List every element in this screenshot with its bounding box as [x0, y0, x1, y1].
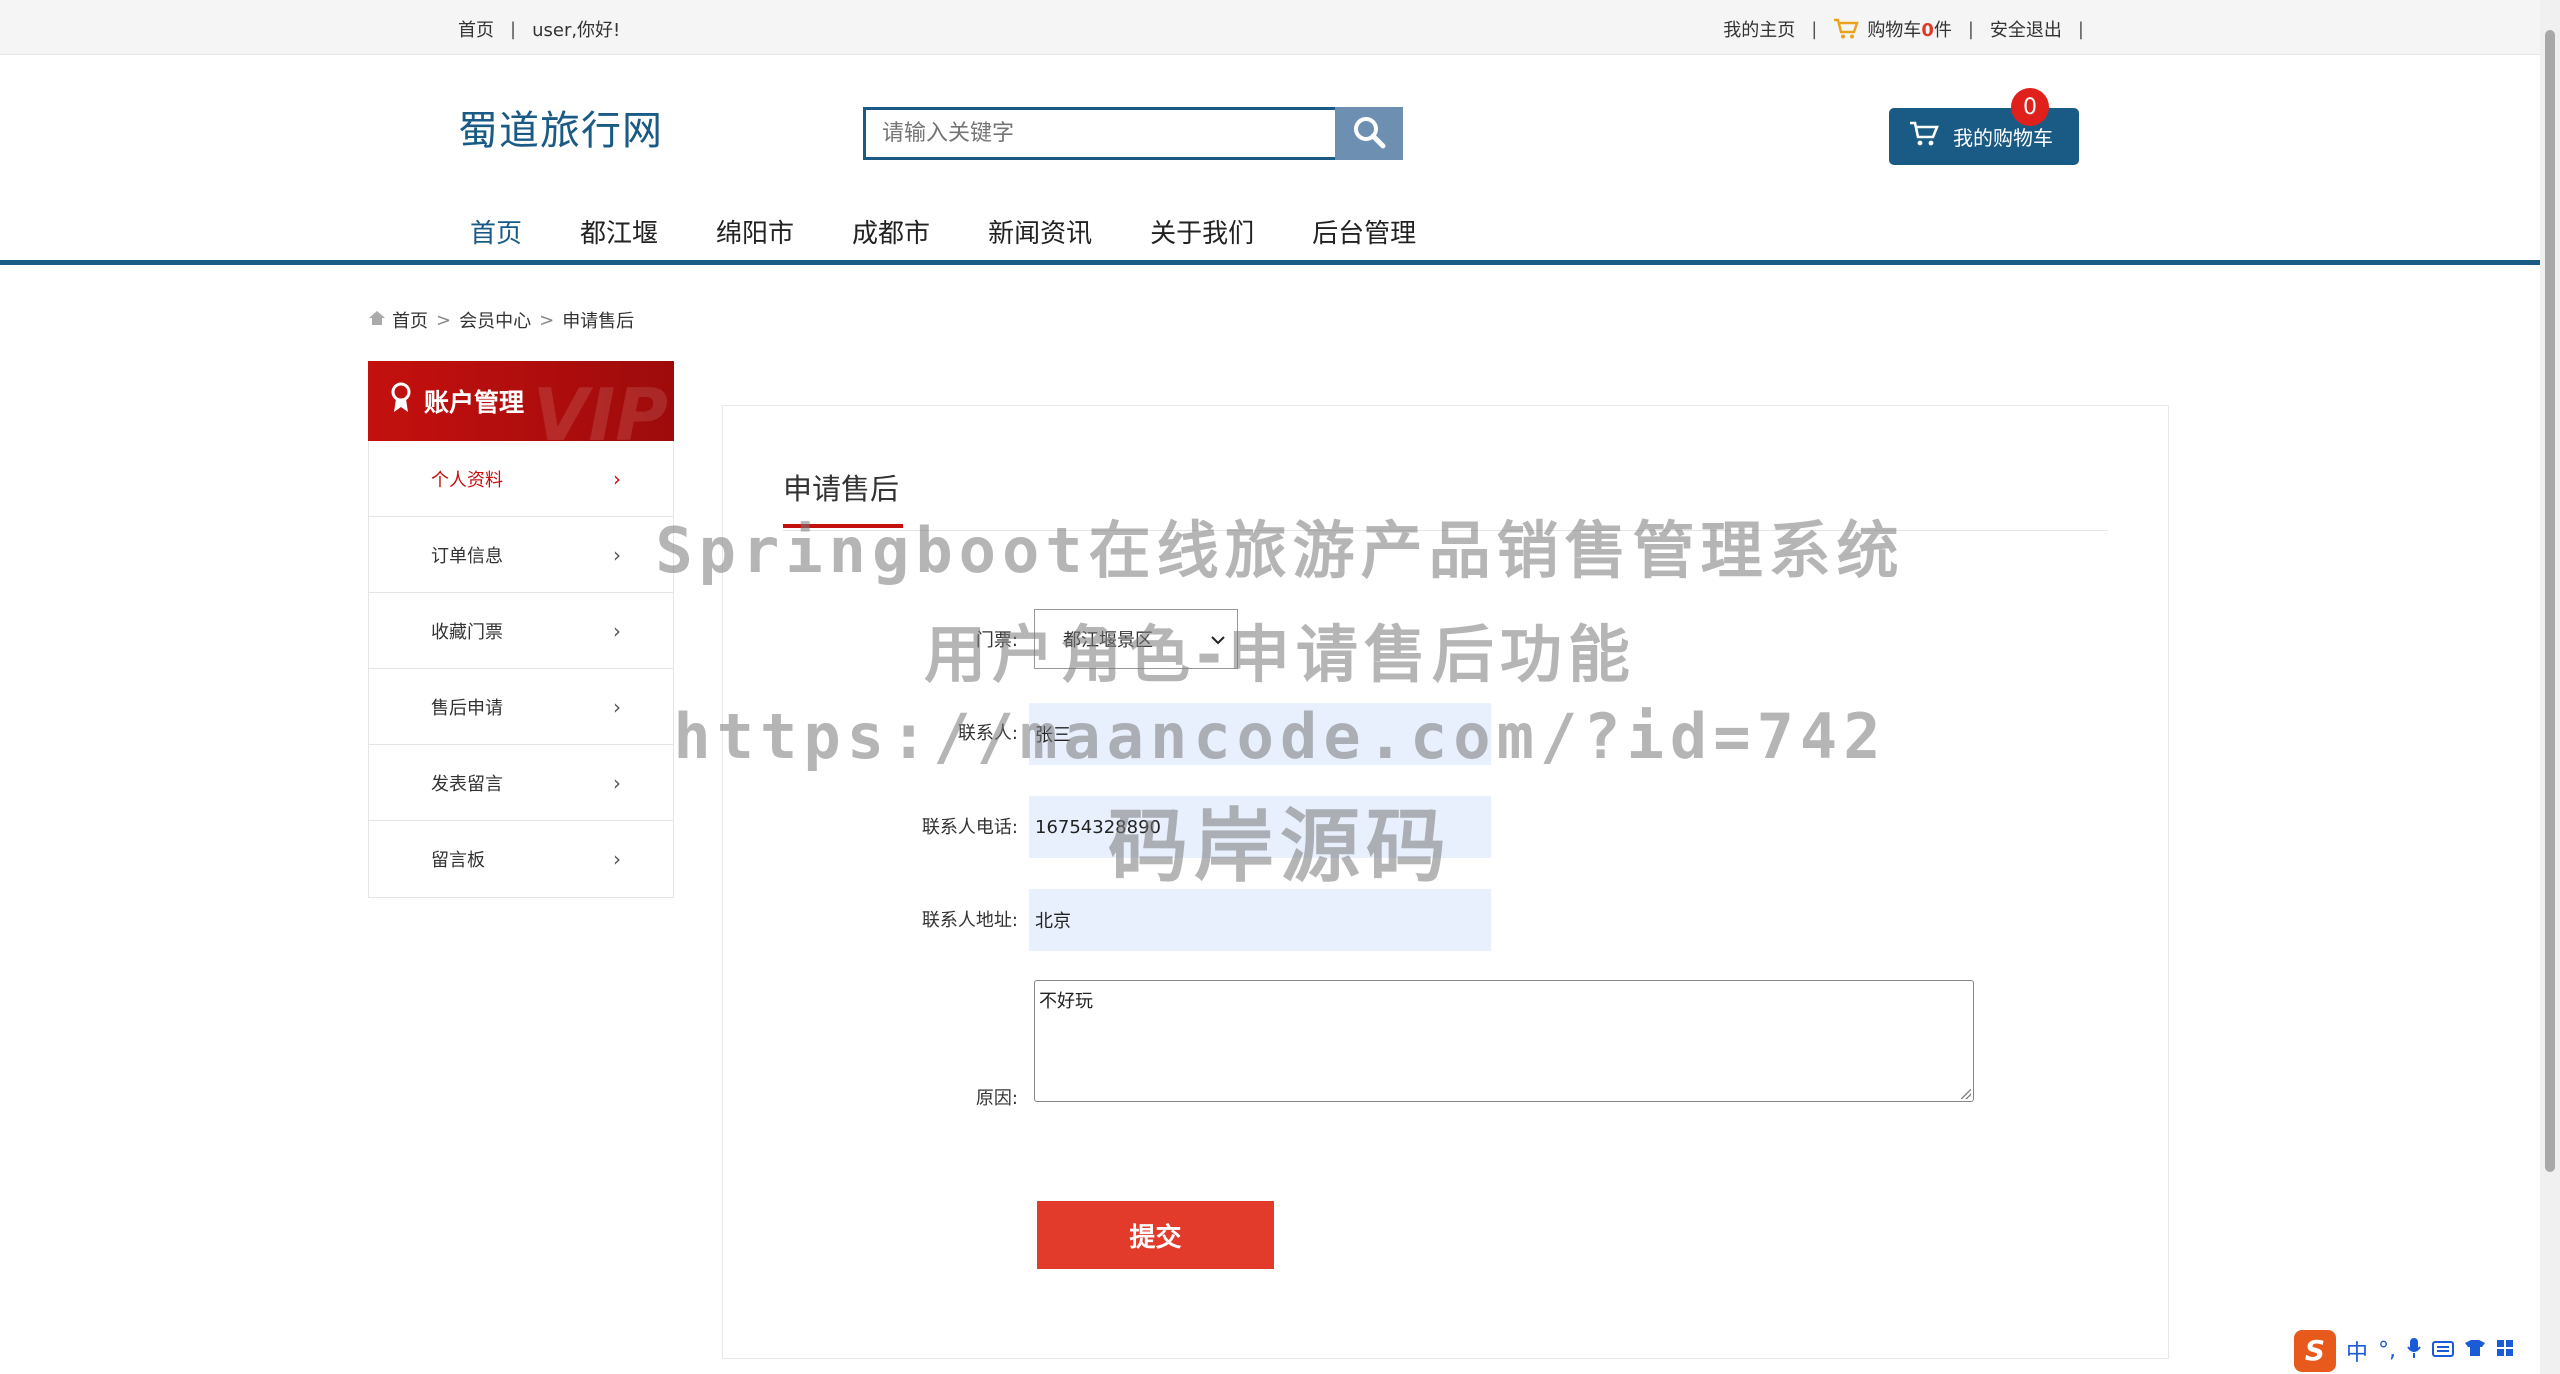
sidebar-item-label: 个人资料	[431, 469, 503, 491]
nav-item-home[interactable]: 首页	[470, 213, 522, 250]
keyboard-icon[interactable]	[2432, 1338, 2455, 1363]
phone-input[interactable]	[1029, 796, 1491, 858]
separator: |	[510, 18, 517, 40]
ime-lang-toggle[interactable]: 中	[2346, 1335, 2368, 1367]
cart-icon	[1909, 121, 1953, 152]
top-bar-left: 首页 | user,你好!	[458, 16, 620, 42]
main-nav: 首页 都江堰 绵阳市 成都市 新闻资讯 关于我们 后台管理	[470, 213, 1474, 250]
sidebar-item-label: 订单信息	[431, 545, 503, 567]
sidebar-header: 账户管理 VIP	[368, 361, 674, 441]
nav-item-about[interactable]: 关于我们	[1150, 213, 1254, 250]
nav-item-dujiangyan[interactable]: 都江堰	[580, 213, 658, 250]
search-button[interactable]	[1335, 107, 1403, 160]
top-bar-right: 我的主页 | 购物车0件 | 安全退出 |	[1723, 16, 2100, 42]
sidebar-item-label: 收藏门票	[431, 621, 503, 643]
cart-prefix: 购物车	[1867, 20, 1922, 41]
punctuation-icon[interactable]: °,	[2378, 1338, 2396, 1363]
ime-toolbar: S 中 °,	[2290, 1327, 2540, 1374]
my-cart-label: 我的购物车	[1953, 126, 2053, 150]
vip-watermark: VIP	[532, 373, 668, 441]
home-icon	[368, 310, 386, 331]
page-title: 申请售后	[783, 472, 900, 506]
search-input[interactable]	[863, 107, 1335, 160]
cart-count: 0	[1921, 20, 1934, 41]
chevron-right-icon: >	[436, 309, 452, 331]
nav-item-admin[interactable]: 后台管理	[1312, 213, 1416, 250]
search-icon	[1352, 115, 1386, 152]
address-input[interactable]	[1029, 889, 1491, 951]
submit-button[interactable]: 提交	[1037, 1201, 1274, 1269]
top-cart-link[interactable]: 购物车0件	[1867, 16, 1952, 42]
chevron-right-icon: ›	[613, 618, 621, 643]
sidebar-item-after-sales[interactable]: 售后申请 ›	[369, 669, 673, 745]
scrollbar-thumb[interactable]	[2545, 30, 2555, 1172]
microphone-icon[interactable]	[2406, 1337, 2422, 1365]
nav-item-mianyang[interactable]: 绵阳市	[716, 213, 794, 250]
separator: |	[1967, 18, 1974, 40]
title-underline	[783, 524, 903, 528]
sidebar-item-label: 发表留言	[431, 773, 503, 795]
reason-label: 原因:	[975, 1088, 1018, 1109]
sidebar-item-post-message[interactable]: 发表留言 ›	[369, 745, 673, 821]
cart-suffix: 件	[1933, 20, 1952, 41]
top-bar: 首页 | user,你好! 我的主页 | 购物车0件 | 安全退出 |	[0, 0, 2540, 55]
sidebar-item-favorites[interactable]: 收藏门票 ›	[369, 593, 673, 669]
search-bar	[863, 107, 1403, 160]
top-home-link[interactable]: 首页	[458, 16, 494, 42]
my-home-link[interactable]: 我的主页	[1723, 16, 1795, 42]
chevron-right-icon: ›	[613, 466, 621, 491]
user-greeting: user,你好!	[532, 20, 621, 41]
ticket-select[interactable]: 都江堰景区	[1034, 609, 1238, 669]
sidebar-item-message-board[interactable]: 留言板 ›	[369, 821, 673, 897]
cart-badge: 0	[2011, 88, 2049, 126]
ticket-label: 门票:	[975, 630, 1018, 651]
contact-input[interactable]	[1029, 703, 1491, 765]
chevron-right-icon: ›	[613, 770, 621, 795]
ticket-selected-value: 都江堰景区	[1063, 630, 1153, 651]
nav-divider	[0, 260, 2540, 265]
title-rule	[783, 530, 2108, 531]
sidebar-list: 个人资料 › 订单信息 › 收藏门票 › 售后申请 › 发表留言 › 留言板 ›	[368, 441, 674, 898]
reason-textarea[interactable]: 不好玩	[1034, 980, 1974, 1102]
nav-item-news[interactable]: 新闻资讯	[988, 213, 1092, 250]
resize-handle-icon[interactable]	[1961, 1089, 1971, 1099]
breadcrumb: 首页 > 会员中心 > 申请售后	[368, 307, 634, 333]
sidebar-item-label: 留言板	[431, 850, 485, 871]
chevron-right-icon: ›	[613, 542, 621, 567]
toolbox-grid-icon[interactable]	[2496, 1338, 2514, 1363]
vertical-scrollbar[interactable]	[2540, 0, 2560, 1374]
sidebar-item-label: 售后申请	[431, 697, 503, 719]
breadcrumb-member-center[interactable]: 会员中心	[459, 307, 531, 333]
chevron-right-icon: ›	[613, 694, 621, 719]
my-cart-button[interactable]: 我的购物车 0	[1889, 88, 2079, 165]
chevron-right-icon: ›	[613, 847, 621, 871]
breadcrumb-home[interactable]: 首页	[392, 307, 428, 333]
logout-link[interactable]: 安全退出	[1990, 16, 2062, 42]
address-label: 联系人地址:	[921, 910, 1018, 931]
sidebar-title: 账户管理	[424, 388, 525, 417]
skin-icon[interactable]	[2464, 1338, 2486, 1363]
sidebar-item-orders[interactable]: 订单信息 ›	[369, 517, 673, 593]
separator: |	[2077, 18, 2084, 40]
sogou-logo-icon[interactable]: S	[2294, 1329, 2336, 1372]
nav-item-chengdu[interactable]: 成都市	[852, 213, 930, 250]
cart-icon	[1833, 18, 1859, 40]
phone-label: 联系人电话:	[921, 817, 1018, 838]
sidebar-item-profile[interactable]: 个人资料 ›	[369, 441, 673, 517]
award-icon	[390, 382, 412, 420]
contact-label: 联系人:	[957, 723, 1018, 744]
breadcrumb-current: 申请售后	[562, 311, 635, 332]
reason-text: 不好玩	[1039, 991, 1093, 1012]
site-logo[interactable]: 蜀道旅行网	[458, 98, 663, 156]
chevron-down-icon	[1211, 629, 1225, 650]
form-panel	[722, 405, 2169, 1359]
separator: |	[1811, 18, 1818, 40]
chevron-right-icon: >	[539, 309, 555, 331]
